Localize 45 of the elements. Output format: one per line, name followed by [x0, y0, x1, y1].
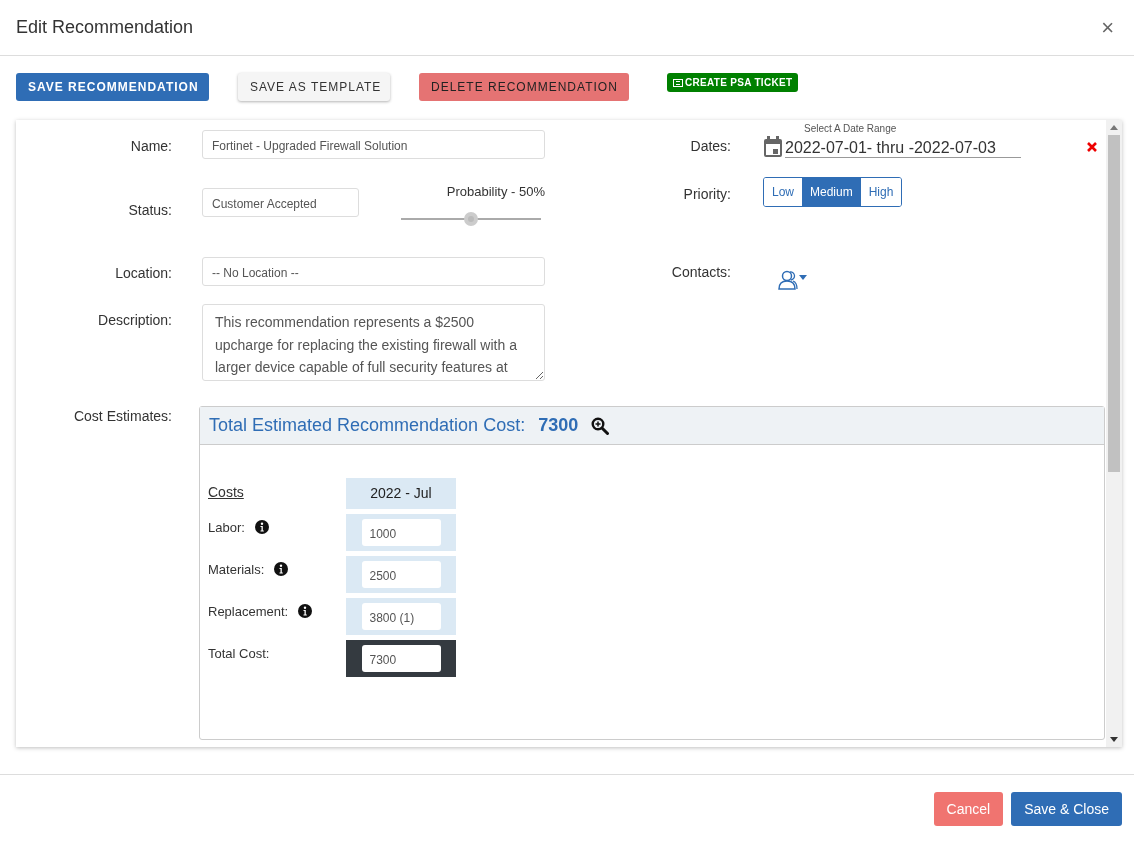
field-label: Location:: [114, 264, 172, 283]
name-field[interactable]: Fortinet - Upgraded Firewall Solution: [202, 130, 545, 159]
probability-label: Probability - 50%: [446, 183, 545, 201]
field-label: Dates:: [689, 137, 731, 156]
contacts-dropdown-icon[interactable]: [777, 269, 807, 291]
description-field[interactable]: This recommendation represents a $2500 upcharge for replacing the existing firewall with a larger device capable of full security features at: [202, 304, 545, 381]
save-close-button[interactable]: Save & Close: [1011, 792, 1122, 826]
cost-input[interactable]: 3800 (1): [361, 603, 441, 630]
cost-label: Total Cost:: [208, 645, 270, 663]
scrollbar[interactable]: [1106, 120, 1122, 747]
zoom-in-icon[interactable]: [591, 416, 610, 435]
field-label: Name:: [129, 137, 172, 156]
status-field[interactable]: Customer Accepted: [202, 188, 359, 217]
priority-option[interactable]: Medium: [802, 178, 861, 206]
info-icon[interactable]: [274, 562, 289, 576]
field-label: Description:: [97, 311, 172, 330]
field-label: Priority:: [682, 185, 731, 204]
delete-button[interactable]: DELETE RECOMMENDATION: [419, 73, 629, 101]
close-button[interactable]: ×: [1097, 16, 1118, 39]
calendar-icon[interactable]: [763, 136, 783, 158]
cost-label: Replacement:: [208, 603, 289, 621]
field-label: Cost Estimates:: [72, 407, 172, 426]
create-ticket-button[interactable]: CREATE PSA TICKET: [667, 73, 799, 92]
cost-input[interactable]: 7300: [361, 645, 441, 672]
total-cost-label: Total Estimated Recommendation Cost:: [209, 414, 526, 437]
month-column-header: 2022 - Jul: [346, 478, 456, 509]
field-label: Contacts:: [670, 263, 731, 282]
date-range-hint: Select A Date Range: [804, 122, 898, 136]
location-field[interactable]: -- No Location --: [202, 257, 545, 286]
cost-label: Materials:: [208, 561, 265, 579]
date-range-field[interactable]: 2022-07-01- thru -2022-07-03: [785, 137, 1021, 158]
save-button[interactable]: SAVE AS TEMPLATE: [238, 73, 390, 101]
cost-input[interactable]: 2500: [361, 561, 441, 588]
dialog-title: Edit Recommendation: [16, 16, 194, 39]
clear-icon[interactable]: [1087, 142, 1097, 152]
info-icon[interactable]: [254, 520, 269, 534]
total-cost-value: 7300: [538, 414, 579, 437]
cost-label: Labor:: [208, 519, 245, 537]
save-button[interactable]: SAVE RECOMMENDATION: [16, 73, 209, 101]
field-label: Status:: [127, 201, 172, 220]
cost-input[interactable]: 1000: [361, 519, 441, 546]
ticket-icon: [673, 78, 683, 87]
slider-thumb[interactable]: [464, 211, 478, 226]
costs-heading: Costs: [208, 483, 244, 502]
info-icon[interactable]: [298, 604, 313, 618]
